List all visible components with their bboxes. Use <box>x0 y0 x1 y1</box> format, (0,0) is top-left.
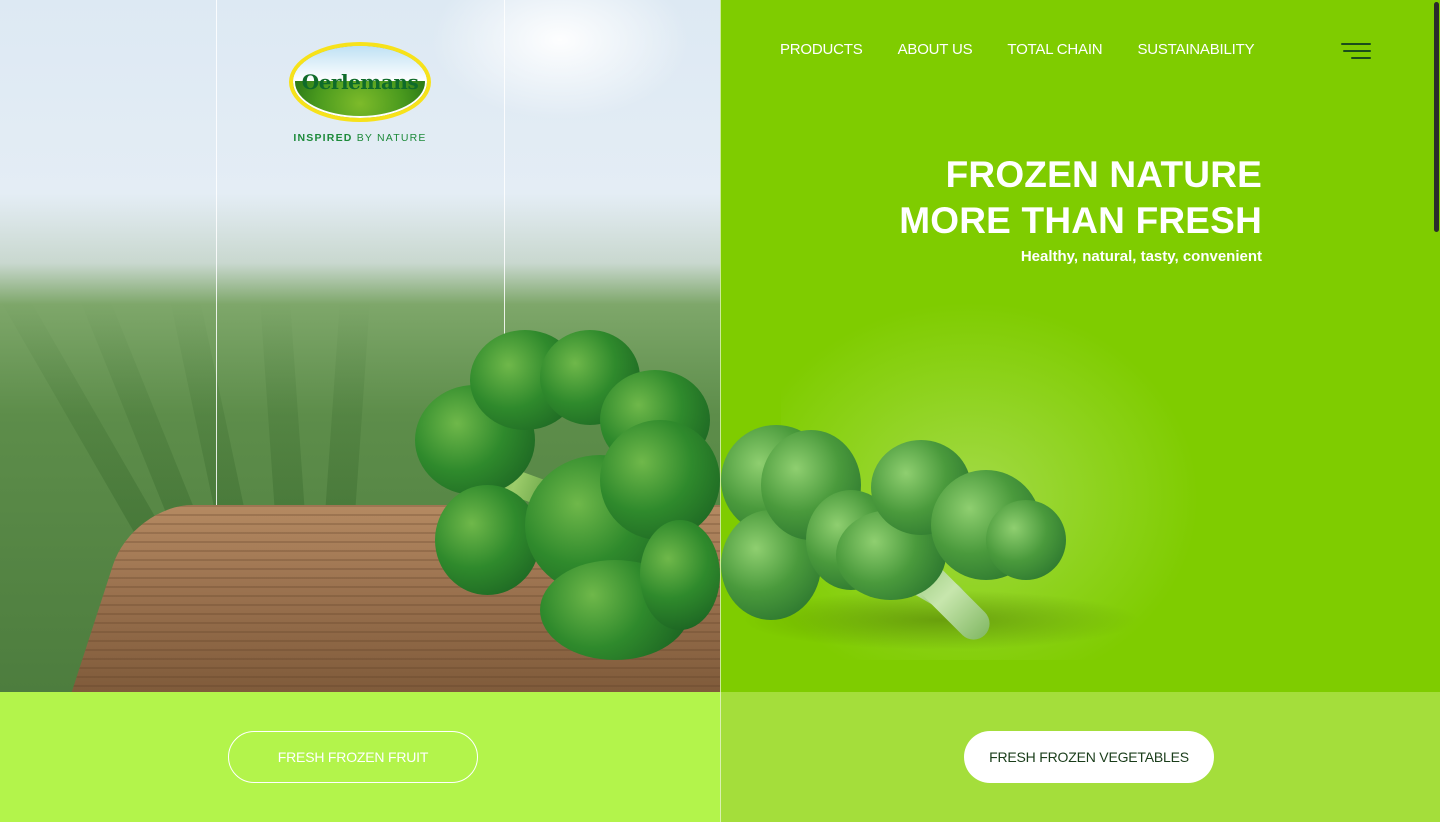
fresh-frozen-fruit-button[interactable]: FRESH FROZEN FRUIT <box>228 731 478 783</box>
hamburger-menu-icon[interactable] <box>1341 43 1371 61</box>
logo-emblem: Oerlemans <box>289 42 431 122</box>
headline-line-2: MORE THAN FRESH <box>899 200 1262 241</box>
hero-left-panel: Oerlemans INSPIRED BY NATURE <box>0 0 720 692</box>
oerlemans-logo[interactable]: Oerlemans INSPIRED BY NATURE <box>289 42 431 144</box>
main-nav: PRODUCTS ABOUT US TOTAL CHAIN SUSTAINABI… <box>780 41 1255 63</box>
nav-item-sustainability[interactable]: SUSTAINABILITY <box>1137 41 1254 63</box>
hero-right-panel <box>720 0 1440 692</box>
page-scrollbar[interactable] <box>1432 0 1440 822</box>
headline-line-1: FROZEN NATURE <box>945 154 1262 195</box>
nav-item-about-us[interactable]: ABOUT US <box>898 41 973 63</box>
nav-item-products[interactable]: PRODUCTS <box>780 41 863 63</box>
logo-wordmark: Oerlemans <box>301 70 419 94</box>
fruit-band: FRESH FROZEN FRUIT <box>0 692 720 822</box>
hero-subheadline: Healthy, natural, tasty, convenient <box>1020 248 1262 265</box>
frozen-broccoli-image <box>721 0 1440 692</box>
logo-tagline: INSPIRED BY NATURE <box>293 132 427 144</box>
nav-item-total-chain[interactable]: TOTAL CHAIN <box>1007 41 1102 63</box>
vegetables-band: FRESH FROZEN VEGETABLES <box>720 692 1440 822</box>
hero-headline: FROZEN NATURE MORE THAN FRESH <box>899 152 1262 244</box>
scrollbar-thumb[interactable] <box>1434 2 1439 232</box>
fresh-frozen-vegetables-button[interactable]: FRESH FROZEN VEGETABLES <box>964 731 1214 783</box>
